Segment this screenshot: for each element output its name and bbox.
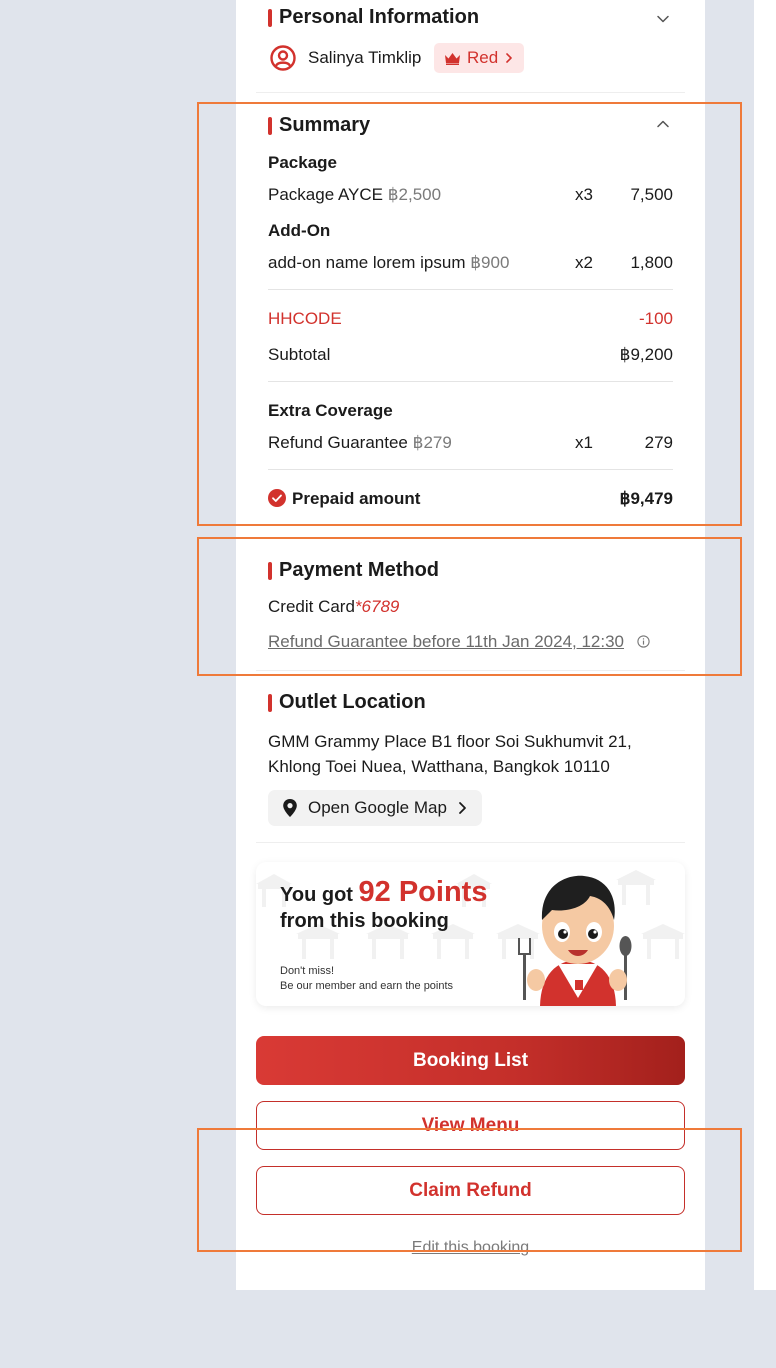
user-avatar-icon [270, 45, 296, 71]
summary-divider [268, 381, 673, 382]
check-circle-icon [268, 489, 286, 507]
points-subheadline: from this booking [280, 910, 449, 932]
package-name: Package AYCE [268, 185, 383, 204]
package-total: 7,500 [630, 185, 673, 204]
tier-label: Red [467, 48, 499, 67]
extra-coverage-row: Refund Guarantee ฿279 [268, 433, 452, 453]
section-accent-bar [268, 116, 272, 135]
payment-method-row: Credit Card*6789 [268, 597, 399, 617]
side-panel [754, 0, 776, 1290]
prepaid-label: Prepaid amount [292, 489, 421, 508]
extra-coverage-price: ฿279 [412, 433, 452, 452]
outlet-address-line2: Khlong Toei Nuea, Watthana, Bangkok 1011… [268, 757, 610, 776]
promo-code: HHCODE [268, 309, 342, 328]
section-divider [256, 92, 685, 93]
summary-divider [268, 469, 673, 470]
addon-qty: x2 [575, 253, 593, 272]
chevron-right-icon [459, 802, 466, 814]
extra-coverage-qty: x1 [575, 433, 593, 452]
points-value: 92 Points [358, 876, 488, 908]
section-divider [256, 842, 685, 843]
chef-mascot-illustration [518, 875, 632, 1006]
addon-row: add-on name lorem ipsum ฿900 [268, 253, 509, 273]
package-row: Package AYCE ฿2,500 [268, 185, 441, 205]
addon-name: add-on name lorem ipsum [268, 253, 466, 272]
points-note-body: Be our member and earn the points [280, 980, 454, 992]
points-headline: You got 92 Points [280, 876, 487, 909]
prepaid-value: ฿9,479 [619, 489, 673, 508]
promo-discount: -100 [638, 309, 673, 328]
card-suffix: *6789 [354, 597, 400, 616]
payment-method-header: Payment Method [268, 559, 439, 582]
section-accent-bar [268, 693, 272, 712]
points-promo-card[interactable]: You got 92 Points from this booking Don'… [256, 862, 685, 1006]
points-prefix: You got [280, 884, 353, 906]
payment-method: Credit Card [268, 597, 355, 616]
customer-name: Salinya Timklip [308, 48, 422, 67]
section-title: Payment Method [279, 559, 440, 581]
booking-list-button[interactable]: Booking List [256, 1036, 685, 1085]
crown-icon [445, 52, 460, 65]
edit-booking-link[interactable]: Edit this booking [256, 1239, 685, 1257]
summary-header[interactable]: Summary [268, 114, 370, 137]
summary-divider [268, 289, 673, 290]
extra-coverage-name: Refund Guarantee [268, 433, 408, 452]
chevron-down-icon[interactable] [656, 12, 670, 26]
package-heading: Package [268, 153, 337, 172]
points-note-title: Don't miss! [280, 965, 335, 977]
map-button-label: Open Google Map [308, 798, 447, 817]
section-title: Summary [279, 114, 371, 136]
section-title: Outlet Location [279, 691, 426, 713]
extra-coverage-total: 279 [644, 433, 673, 452]
open-google-map-button[interactable]: Open Google Map [268, 790, 482, 826]
subtotal-label: Subtotal [268, 345, 331, 364]
section-title: Personal Information [279, 6, 480, 28]
chevron-right-icon [506, 53, 512, 63]
map-pin-icon [283, 799, 297, 817]
package-qty: x3 [575, 185, 593, 204]
section-divider [256, 670, 685, 671]
outlet-location-header: Outlet Location [268, 691, 426, 714]
section-accent-bar [268, 8, 272, 27]
refund-guarantee-deadline[interactable]: Refund Guarantee before 11th Jan 2024, 1… [268, 632, 624, 652]
addon-total: 1,800 [630, 253, 673, 272]
addon-unit-price: ฿900 [470, 253, 510, 272]
chevron-up-icon[interactable] [656, 117, 670, 131]
section-accent-bar [268, 561, 272, 580]
extra-coverage-heading: Extra Coverage [268, 401, 393, 420]
view-menu-button[interactable]: View Menu [256, 1101, 685, 1150]
personal-info-header[interactable]: Personal Information [268, 6, 479, 29]
package-unit-price: ฿2,500 [387, 185, 442, 204]
outlet-address-line1: GMM Grammy Place B1 floor Soi Sukhumvit … [268, 732, 632, 751]
info-icon[interactable] [637, 635, 650, 648]
claim-refund-button[interactable]: Claim Refund [256, 1166, 685, 1215]
addon-heading: Add-On [268, 221, 331, 240]
subtotal-value: ฿9,200 [619, 345, 673, 364]
member-tier-badge[interactable]: Red [434, 43, 525, 73]
